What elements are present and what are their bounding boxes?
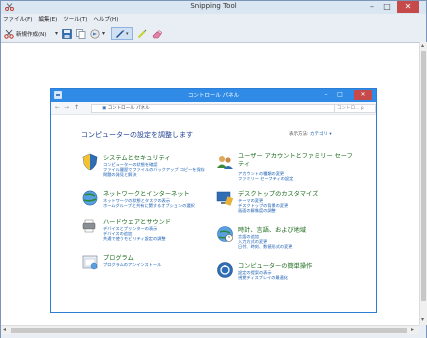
category-link: 画面の解像度の調整 bbox=[238, 208, 276, 214]
menu-help[interactable]: ヘルプ(H) bbox=[93, 15, 118, 24]
cp-view-by: 表示方法: カテゴリ ▾ bbox=[289, 131, 332, 137]
menu-bar: ファイル(F) 編集(E) ツール(T) ヘルプ(H) bbox=[3, 15, 118, 24]
category-link: 視覚ディスプレイの最適化 bbox=[238, 275, 288, 281]
eraser-button[interactable] bbox=[152, 27, 163, 40]
copy-icon bbox=[76, 28, 86, 39]
cp-address-bar: ← → ↑ ▣ コントロール パネル コントロ... ρ bbox=[51, 102, 376, 115]
cp-title-bar: コントロール パネル – □ ✕ bbox=[51, 89, 376, 102]
new-dropdown-icon[interactable]: ▾ bbox=[55, 27, 58, 40]
scroll-right-icon[interactable]: ▸ bbox=[411, 326, 414, 334]
category-link: プログラムのアンインストール bbox=[103, 262, 162, 267]
category-link: 共通で使うモビリティ設定の調整 bbox=[103, 236, 166, 242]
send-icon bbox=[90, 28, 100, 39]
up-arrow-icon: ↑ bbox=[74, 104, 80, 111]
forward-arrow-icon: → bbox=[64, 104, 70, 111]
captured-control-panel: コントロール パネル – □ ✕ ← → ↑ ▣ コントロール パネル コントロ… bbox=[50, 88, 377, 313]
category-title: ネットワークとインターネット bbox=[103, 191, 190, 198]
monitor-paint-icon bbox=[216, 191, 234, 206]
pen-icon bbox=[116, 29, 125, 38]
programs-icon bbox=[82, 255, 98, 270]
cp-minimize-icon: – bbox=[324, 91, 328, 98]
category-title: コンピューターの簡単操作 bbox=[238, 263, 313, 270]
copy-button[interactable] bbox=[76, 27, 86, 40]
cp-address-text: コントロール パネル bbox=[107, 106, 150, 111]
maximize-button[interactable]: □ bbox=[380, 1, 394, 13]
pen-dropdown-icon: ▾ bbox=[126, 30, 129, 37]
vertical-scrollbar[interactable]: ▴ ▾ bbox=[419, 42, 427, 325]
clock-globe-icon bbox=[217, 226, 233, 242]
ease-of-access-icon bbox=[217, 262, 233, 278]
category-title: ハードウェアとサウンド bbox=[103, 219, 171, 226]
category-title: プログラム bbox=[103, 255, 134, 262]
status-bar bbox=[1, 334, 426, 338]
back-arrow-icon: ← bbox=[55, 104, 61, 111]
globe-network-icon bbox=[82, 190, 98, 206]
category-link: 日付、時刻、数値形式の変更 bbox=[238, 244, 293, 250]
cp-close-icon: ✕ bbox=[354, 90, 372, 100]
send-dropdown-icon[interactable]: ▾ bbox=[102, 27, 105, 40]
shield-icon bbox=[82, 153, 98, 171]
eraser-icon bbox=[152, 29, 163, 38]
scroll-down-icon[interactable]: ▾ bbox=[421, 316, 424, 324]
category-title: システムとセキュリティ bbox=[103, 155, 171, 162]
highlighter-button[interactable] bbox=[137, 27, 147, 40]
new-snip-label: 新規作成(N) bbox=[16, 31, 47, 38]
send-snip-button[interactable] bbox=[90, 27, 101, 40]
minimize-button[interactable]: – bbox=[365, 1, 379, 13]
category-link: 問題の発見と解決 bbox=[103, 172, 137, 178]
vertical-scroll-thumb[interactable] bbox=[421, 51, 426, 301]
category-title: デスクトップのカスタマイズ bbox=[238, 191, 319, 198]
toolbar: 新規作成(N) ▾ ▾ ▾ bbox=[1, 26, 426, 41]
printer-speaker-icon bbox=[82, 219, 96, 233]
close-button[interactable]: ✕ bbox=[397, 1, 419, 13]
category-link: ホームグループと共有に関するオプションの選択 bbox=[103, 203, 195, 209]
scissors-icon bbox=[4, 29, 14, 39]
category-title: ユーザー アカウントとファミリー セーフティ bbox=[238, 153, 353, 168]
highlighter-icon bbox=[137, 29, 147, 38]
cp-search-box: コントロ... ρ bbox=[334, 104, 376, 113]
scroll-up-icon[interactable]: ▴ bbox=[421, 42, 424, 50]
horizontal-scroll-thumb[interactable] bbox=[11, 328, 407, 333]
menu-edit[interactable]: 編集(E) bbox=[38, 15, 57, 24]
cp-heading: コンピューターの設定を調整します bbox=[81, 131, 193, 139]
menu-tools[interactable]: ツール(T) bbox=[63, 15, 87, 24]
pen-button[interactable]: ▾ bbox=[111, 27, 133, 40]
category-link: ファミリー セーフティの設定 bbox=[238, 176, 294, 182]
cp-view-by-value: カテゴリ ▾ bbox=[309, 132, 332, 137]
title-bar[interactable]: Snipping Tool – □ ✕ bbox=[1, 1, 426, 14]
new-snip-button[interactable]: 新規作成(N) bbox=[4, 27, 46, 40]
menu-file[interactable]: ファイル(F) bbox=[3, 15, 32, 24]
window-title: Snipping Tool bbox=[190, 2, 237, 10]
scroll-left-icon[interactable]: ◂ bbox=[3, 326, 6, 334]
snipping-tool-window: Snipping Tool – □ ✕ ファイル(F) 編集(E) ツール(T)… bbox=[0, 0, 427, 338]
cp-view-by-label: 表示方法: bbox=[289, 132, 309, 137]
save-button[interactable] bbox=[62, 27, 72, 40]
cp-address-path: ▣ コントロール パネル bbox=[91, 104, 339, 113]
users-icon bbox=[217, 156, 233, 169]
save-icon bbox=[62, 28, 72, 39]
cp-maximize-icon: □ bbox=[337, 91, 343, 98]
category-title: 時計、言語、および地域 bbox=[238, 227, 307, 234]
